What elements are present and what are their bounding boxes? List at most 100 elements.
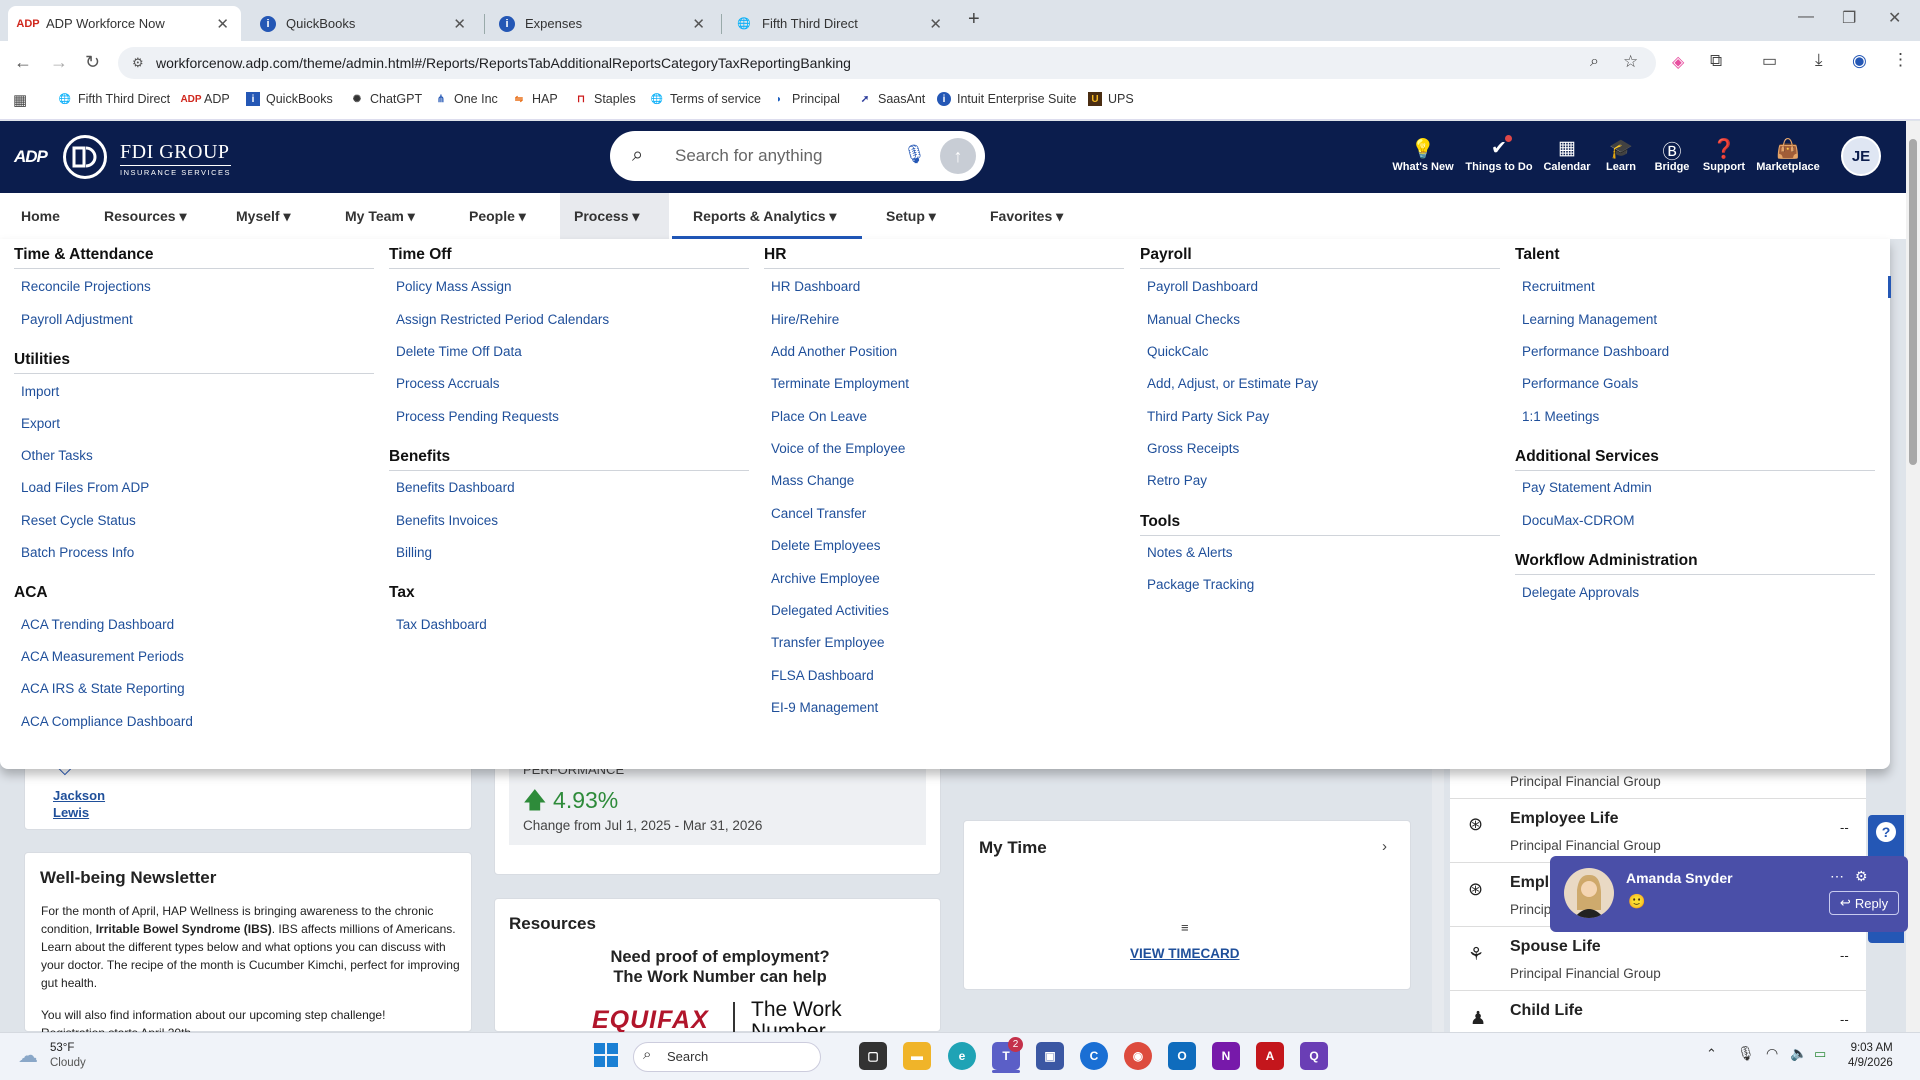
menu-link-archive-employee[interactable]: Archive Employee bbox=[764, 571, 880, 586]
menu-link-delegate-approvals[interactable]: Delegate Approvals bbox=[1515, 585, 1639, 600]
reply-button[interactable]: ↩ Reply bbox=[1829, 891, 1899, 915]
menu-link-transfer-employee[interactable]: Transfer Employee bbox=[764, 635, 885, 650]
menu-link-package-tracking[interactable]: Package Tracking bbox=[1140, 577, 1254, 592]
cast-icon[interactable]: ▭ bbox=[1762, 51, 1777, 71]
menu-link-benefits-invoices[interactable]: Benefits Invoices bbox=[389, 513, 498, 528]
task-view-icon[interactable]: ▢ bbox=[859, 1042, 887, 1070]
menu-link-aca-trending[interactable]: ACA Trending Dashboard bbox=[14, 617, 174, 632]
menu-link-pay-statement-admin[interactable]: Pay Statement Admin bbox=[1515, 480, 1652, 495]
menu-link-tax-dashboard[interactable]: Tax Dashboard bbox=[389, 617, 487, 632]
menu-link-hire-rehire[interactable]: Hire/Rehire bbox=[764, 312, 839, 327]
menu-link-hr-dashboard[interactable]: HR Dashboard bbox=[764, 279, 860, 294]
whats-new-button[interactable]: 💡 What's New bbox=[1388, 137, 1458, 173]
bookmark-terms[interactable]: 🌐 Terms of service bbox=[650, 92, 761, 106]
view-timecard-link[interactable]: VIEW TIMECARD bbox=[1130, 946, 1240, 961]
menu-link-delete-employees[interactable]: Delete Employees bbox=[764, 538, 881, 553]
microphone-icon[interactable]: 🎙 bbox=[1737, 1045, 1755, 1062]
url-text[interactable]: workforcenow.adp.com/theme/admin.html#/R… bbox=[156, 55, 851, 71]
menu-link-cancel-transfer[interactable]: Cancel Transfer bbox=[764, 506, 866, 521]
resources-promo[interactable]: Need proof of employment? The Work Number… bbox=[560, 947, 880, 987]
battery-icon[interactable]: ▭ bbox=[1814, 1046, 1826, 1062]
new-tab-icon[interactable]: + bbox=[968, 8, 980, 31]
nav-myself[interactable]: Myself ▾ bbox=[222, 193, 305, 239]
menu-link-recruitment[interactable]: Recruitment bbox=[1515, 279, 1595, 294]
menu-kebab-icon[interactable]: ⋮ bbox=[1892, 50, 1909, 70]
tab-expenses[interactable]: i Expenses ✕ bbox=[487, 6, 717, 41]
menu-link-delete-time-off[interactable]: Delete Time Off Data bbox=[389, 344, 522, 359]
menu-link-documax[interactable]: DocuMax-CDROM bbox=[1515, 513, 1635, 528]
user-avatar[interactable]: JE bbox=[1841, 136, 1881, 176]
nav-resources[interactable]: Resources ▾ bbox=[90, 193, 201, 239]
file-explorer-icon[interactable]: ▬ bbox=[903, 1042, 931, 1070]
menu-link-terminate[interactable]: Terminate Employment bbox=[764, 376, 909, 391]
menu-link-voice-employee[interactable]: Voice of the Employee bbox=[764, 441, 905, 456]
menu-link-reconcile-projections[interactable]: Reconcile Projections bbox=[14, 279, 151, 294]
nav-my-team[interactable]: My Team ▾ bbox=[331, 193, 429, 239]
menu-link-manual-checks[interactable]: Manual Checks bbox=[1140, 312, 1240, 327]
nav-favorites[interactable]: Favorites ▾ bbox=[976, 193, 1077, 239]
menu-link-performance-dashboard[interactable]: Performance Dashboard bbox=[1515, 344, 1669, 359]
profile-icon[interactable]: ◉ bbox=[1852, 51, 1867, 71]
restore-icon[interactable]: ❐ bbox=[1842, 8, 1856, 28]
edge-icon[interactable]: e bbox=[948, 1042, 976, 1070]
menu-link-aca-measurement[interactable]: ACA Measurement Periods bbox=[14, 649, 184, 664]
bookmark-principal[interactable]: ◗ Principal bbox=[772, 92, 840, 106]
menu-link-benefits-dashboard[interactable]: Benefits Dashboard bbox=[389, 480, 515, 495]
bookmark-saasant[interactable]: ➚ SaasAnt bbox=[858, 92, 925, 106]
site-info-icon[interactable]: ⚙ bbox=[132, 55, 144, 71]
menu-link-flsa-dashboard[interactable]: FLSA Dashboard bbox=[764, 668, 874, 683]
menu-link-notes-alerts[interactable]: Notes & Alerts bbox=[1140, 545, 1233, 560]
bookmark-intuit-enterprise[interactable]: i Intuit Enterprise Suite bbox=[937, 92, 1077, 106]
taskbar-search[interactable] bbox=[633, 1042, 821, 1072]
forward-icon[interactable]: → bbox=[50, 52, 68, 73]
reload-icon[interactable]: ↻ bbox=[85, 52, 100, 73]
tab-adp[interactable]: ADP ADP Workforce Now ✕ bbox=[8, 6, 241, 41]
bookmark-hap[interactable]: ⇋ HAP bbox=[512, 92, 558, 106]
nav-reports-analytics[interactable]: Reports & Analytics ▾ bbox=[672, 193, 862, 239]
menu-link-learning-management[interactable]: Learning Management bbox=[1515, 312, 1657, 327]
c-app-icon[interactable]: C bbox=[1080, 1042, 1108, 1070]
menu-link-performance-goals[interactable]: Performance Goals bbox=[1515, 376, 1638, 391]
scrollbar-thumb[interactable] bbox=[1909, 139, 1917, 465]
menu-link-pending-requests[interactable]: Process Pending Requests bbox=[389, 409, 559, 424]
menu-link-process-accruals[interactable]: Process Accruals bbox=[389, 376, 500, 391]
menu-link-one-on-one[interactable]: 1:1 Meetings bbox=[1515, 409, 1599, 424]
download-icon[interactable]: ⤓ bbox=[1815, 50, 1823, 70]
menu-link-payroll-dashboard[interactable]: Payroll Dashboard bbox=[1140, 279, 1258, 294]
more-options-icon[interactable]: ⋯ bbox=[1830, 868, 1844, 885]
menu-link-restricted-calendars[interactable]: Assign Restricted Period Calendars bbox=[389, 312, 609, 327]
marketplace-button[interactable]: 👜 Marketplace bbox=[1753, 137, 1823, 173]
menu-link-other-tasks[interactable]: Other Tasks bbox=[14, 448, 93, 463]
onenote-icon[interactable]: N bbox=[1212, 1042, 1240, 1070]
menu-link-export[interactable]: Export bbox=[14, 416, 60, 431]
close-icon[interactable]: ✕ bbox=[453, 15, 466, 33]
menu-link-policy-mass-assign[interactable]: Policy Mass Assign bbox=[389, 279, 512, 294]
quickassist-icon[interactable]: Q bbox=[1300, 1042, 1328, 1070]
submit-arrow-icon[interactable]: ↑ bbox=[940, 138, 976, 174]
menu-link-gross-receipts[interactable]: Gross Receipts bbox=[1140, 441, 1239, 456]
menu-link-load-files[interactable]: Load Files From ADP bbox=[14, 480, 149, 495]
chevron-up-icon[interactable]: ⌃ bbox=[1706, 1046, 1717, 1062]
apps-grid-icon[interactable]: ▦ bbox=[13, 91, 27, 109]
chevron-right-icon[interactable]: › bbox=[1382, 838, 1387, 855]
bookmark-adp[interactable]: ADP ADP bbox=[180, 92, 229, 106]
menu-link-aca-compliance[interactable]: ACA Compliance Dashboard bbox=[14, 714, 193, 729]
menu-link-batch-process[interactable]: Batch Process Info bbox=[14, 545, 134, 560]
clock[interactable]: 9:03 AM 4/9/2026 bbox=[1848, 1041, 1893, 1071]
bookmark-quickbooks[interactable]: i QuickBooks bbox=[246, 92, 333, 106]
close-window-icon[interactable]: ✕ bbox=[1888, 8, 1901, 28]
chrome-icon[interactable]: ◉ bbox=[1124, 1042, 1152, 1070]
weather-widget[interactable]: 53°F Cloudy bbox=[50, 1041, 86, 1071]
menu-link-delegated-activities[interactable]: Delegated Activities bbox=[764, 603, 889, 618]
puzzle-icon[interactable]: ⧉ bbox=[1710, 51, 1722, 71]
menu-link-payroll-adjustment[interactable]: Payroll Adjustment bbox=[14, 312, 133, 327]
adp-logo[interactable]: ADP bbox=[14, 147, 48, 167]
menu-link-billing[interactable]: Billing bbox=[389, 545, 432, 560]
close-icon[interactable]: ✕ bbox=[216, 15, 229, 33]
wifi-icon[interactable]: ◠ bbox=[1766, 1045, 1778, 1062]
outlook-icon[interactable]: O bbox=[1168, 1042, 1196, 1070]
back-icon[interactable]: ← bbox=[14, 52, 32, 73]
close-icon[interactable]: ✕ bbox=[929, 15, 942, 33]
menu-link-third-party-sick[interactable]: Third Party Sick Pay bbox=[1140, 409, 1269, 424]
menu-link-aca-irs[interactable]: ACA IRS & State Reporting bbox=[14, 681, 185, 696]
